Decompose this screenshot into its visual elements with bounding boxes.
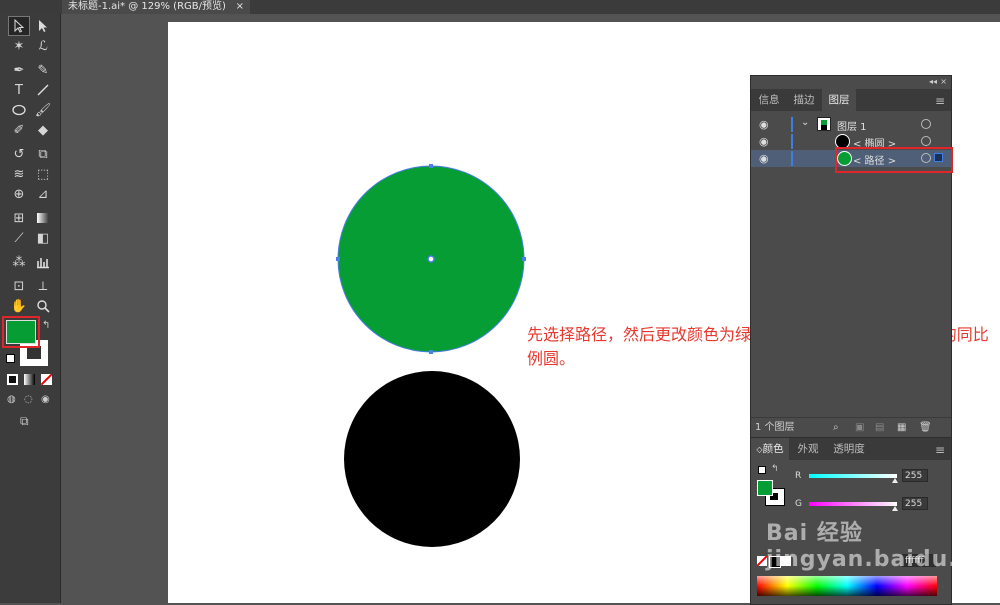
delete-layer-icon[interactable]: 🗑 — [919, 418, 932, 438]
r-value[interactable]: 255 — [902, 469, 928, 482]
target-circle-icon[interactable] — [921, 119, 931, 129]
swap-fill-stroke-icon[interactable]: ↰ — [771, 464, 779, 474]
tab-color[interactable]: ◇颜色 — [751, 438, 789, 460]
new-sublayer-icon[interactable]: ▤ — [875, 418, 884, 438]
layer-thumbnail — [817, 117, 831, 131]
layer-count: 1 个图层 — [755, 422, 795, 433]
fill-color-swatch[interactable] — [757, 480, 773, 496]
center-point — [427, 255, 435, 263]
tab-appearance[interactable]: 外观 — [791, 438, 825, 460]
layers-footer: 1 个图层 ⌕ ▣ ▤ ▦ 🗑 — [751, 417, 951, 438]
anchor-top[interactable] — [429, 164, 433, 168]
r-slider[interactable] — [809, 474, 897, 478]
tab-stroke[interactable]: 描边 — [787, 89, 821, 111]
make-clip-mask-icon[interactable]: ▣ — [855, 418, 864, 438]
expand-chevron-icon[interactable]: ⌄ — [801, 117, 809, 128]
g-slider-handle[interactable] — [892, 506, 898, 511]
visibility-eye-icon[interactable]: ◉ — [759, 152, 769, 165]
r-slider-handle[interactable] — [892, 478, 898, 483]
target-circle-icon[interactable] — [921, 136, 931, 146]
anchor-left[interactable] — [336, 257, 340, 261]
black-circle[interactable] — [344, 371, 520, 547]
g-value[interactable]: 255 — [902, 497, 928, 510]
panel-menu-icon[interactable]: ≡ — [935, 443, 945, 457]
watermark: Bai 经验 jingyan.baidu.com — [766, 521, 1000, 572]
r-channel-label: R — [795, 471, 802, 481]
layer-color-bar — [791, 151, 793, 166]
layers-panel: ◂◂ × 信息 描边 图层 ≡ ◉ ⌄ 图层 1 ◉ < 椭圆 > ◉ < 路径… — [750, 75, 953, 439]
tab-layers[interactable]: 图层 — [822, 89, 856, 111]
panel-collapse-icon[interactable]: ◂◂ — [929, 77, 937, 86]
tab-info[interactable]: 信息 — [751, 89, 787, 111]
panel-menu-icon[interactable]: ≡ — [935, 94, 945, 108]
layer-color-bar — [791, 117, 793, 132]
layers-tabbar: 信息 描边 图层 ≡ — [751, 89, 951, 111]
layer-label: 图层 1 — [837, 122, 867, 133]
path-highlight-box — [835, 147, 953, 173]
default-fill-stroke-icon[interactable] — [758, 466, 766, 474]
anchor-bottom[interactable] — [429, 350, 433, 354]
visibility-eye-icon[interactable]: ◉ — [759, 118, 769, 131]
color-spectrum[interactable] — [757, 576, 937, 596]
tab-transparency[interactable]: 透明度 — [827, 438, 871, 460]
g-slider[interactable] — [809, 502, 897, 506]
visibility-eye-icon[interactable]: ◉ — [759, 135, 769, 148]
layer-row-1[interactable]: ◉ ⌄ 图层 1 — [751, 116, 951, 133]
new-layer-icon[interactable]: ▦ — [897, 418, 906, 438]
anchor-right[interactable] — [522, 257, 526, 261]
g-channel-label: G — [795, 499, 802, 509]
layer-color-bar — [791, 134, 793, 149]
color-tabbar: ◇颜色 外观 透明度 ≡ — [751, 438, 951, 460]
panel-close-icon[interactable]: × — [940, 77, 947, 86]
locate-object-icon[interactable]: ⌕ — [833, 418, 839, 438]
